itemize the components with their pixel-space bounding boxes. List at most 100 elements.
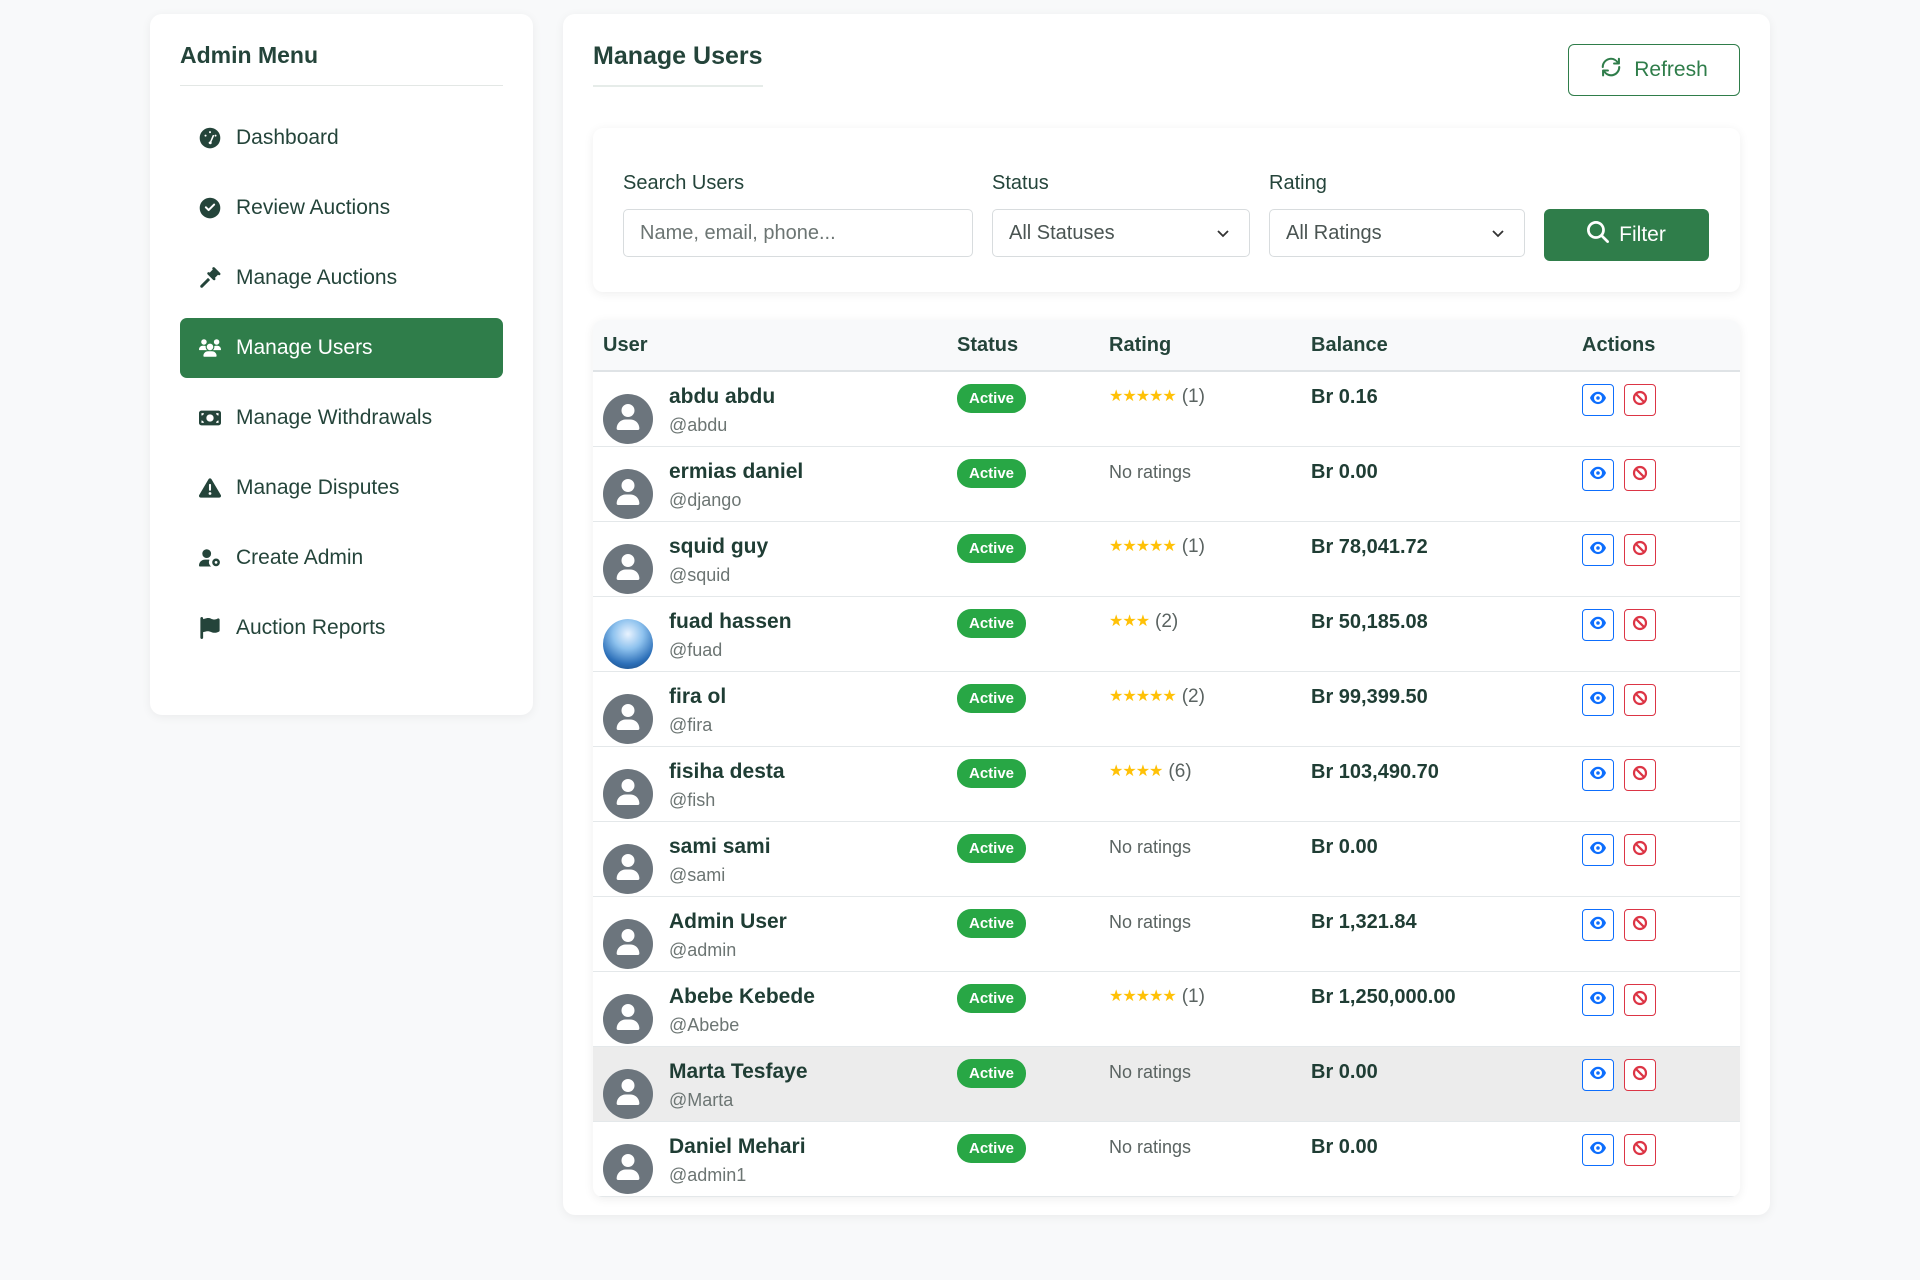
ban-user-button[interactable] — [1624, 759, 1656, 791]
filter-card: Search Users Name, email, phone... Statu… — [593, 128, 1740, 292]
view-user-button[interactable] — [1582, 909, 1614, 941]
header-user: User — [603, 333, 648, 356]
user-icon — [615, 853, 641, 885]
view-user-button[interactable] — [1582, 984, 1614, 1016]
view-user-button[interactable] — [1582, 534, 1614, 566]
rating-cell: No ratings — [1109, 1047, 1311, 1121]
user-icon — [615, 403, 641, 435]
status-cell: Active — [957, 1122, 1109, 1196]
user-icon — [615, 553, 641, 585]
no-ratings-text: No ratings — [1109, 912, 1192, 932]
avatar — [603, 844, 653, 894]
flag-icon — [198, 616, 222, 640]
balance-value: Br 0.00 — [1311, 1061, 1378, 1083]
view-user-button[interactable] — [1582, 609, 1614, 641]
view-user-button[interactable] — [1582, 759, 1614, 791]
user-cell: fira ol @fira — [593, 672, 957, 746]
refresh-icon — [1600, 56, 1622, 84]
rating-cell: ★★★★★ (1) — [1109, 522, 1311, 596]
ban-user-button[interactable] — [1624, 834, 1656, 866]
users-icon — [198, 336, 222, 360]
user-cell: squid guy @squid — [593, 522, 957, 596]
user-name: abdu abdu — [669, 385, 776, 408]
balance-value: Br 0.00 — [1311, 461, 1378, 483]
user-handle: @Abebe — [669, 1015, 740, 1035]
check-circle-icon — [198, 196, 222, 220]
table-row: fira ol @fira Active ★★★★★ (2) Br 99,399.50 — [593, 672, 1740, 747]
rating-cell: No ratings — [1109, 822, 1311, 896]
rating-cell: ★★★★★ (2) — [1109, 672, 1311, 746]
ban-user-button[interactable] — [1624, 384, 1656, 416]
user-name: squid guy — [669, 535, 769, 558]
ban-user-button[interactable] — [1624, 1134, 1656, 1166]
ban-user-button[interactable] — [1624, 1059, 1656, 1091]
ban-user-button[interactable] — [1624, 984, 1656, 1016]
balance-value: Br 103,490.70 — [1311, 761, 1439, 783]
sidebar-item-label: Manage Auctions — [236, 266, 398, 289]
ban-user-button[interactable] — [1624, 534, 1656, 566]
view-user-button[interactable] — [1582, 459, 1614, 491]
rating-count: (1) — [1181, 536, 1205, 557]
header-actions: Actions — [1582, 333, 1656, 356]
refresh-button[interactable]: Refresh — [1568, 44, 1740, 96]
view-user-button[interactable] — [1582, 384, 1614, 416]
eye-icon — [1590, 390, 1606, 411]
user-cell: Abebe Kebede @Abebe — [593, 972, 957, 1046]
avatar — [603, 394, 653, 444]
actions-cell — [1582, 522, 1740, 596]
user-icon — [615, 778, 641, 810]
sidebar-item-manage-withdrawals[interactable]: Manage Withdrawals — [180, 388, 503, 448]
sidebar-item-dashboard[interactable]: Dashboard — [180, 108, 503, 168]
user-icon — [615, 1078, 641, 1110]
table-row: fuad hassen @fuad Active ★★★ (2) Br 50,185.08 — [593, 597, 1740, 672]
ban-icon — [1632, 690, 1648, 711]
status-cell: Active — [957, 597, 1109, 671]
main-panel: Manage Users Refresh Search Users Name, … — [563, 14, 1770, 1215]
ban-user-button[interactable] — [1624, 609, 1656, 641]
ban-icon — [1632, 390, 1648, 411]
actions-cell — [1582, 747, 1740, 821]
avatar — [603, 994, 653, 1044]
table-row: Admin User @admin Active No ratings Br 1,321… — [593, 897, 1740, 972]
sidebar-item-manage-auctions[interactable]: Manage Auctions — [180, 248, 503, 308]
rating-select[interactable]: All Ratings — [1269, 209, 1525, 257]
ban-user-button[interactable] — [1624, 459, 1656, 491]
star-rating: ★★★★★ — [1109, 988, 1177, 1005]
ban-user-button[interactable] — [1624, 909, 1656, 941]
status-select[interactable]: All Statuses — [992, 209, 1250, 257]
user-icon — [615, 703, 641, 735]
ban-user-button[interactable] — [1624, 684, 1656, 716]
sidebar-menu: Dashboard Review Auctions Manage Auctions M… — [180, 108, 503, 658]
user-handle: @fuad — [669, 640, 723, 660]
view-user-button[interactable] — [1582, 684, 1614, 716]
sidebar-item-manage-disputes[interactable]: Manage Disputes — [180, 458, 503, 518]
sidebar-item-auction-reports[interactable]: Auction Reports — [180, 598, 503, 658]
user-name: fisiha desta — [669, 760, 785, 783]
filter-button[interactable]: Filter — [1544, 209, 1709, 261]
status-badge: Active — [957, 909, 1027, 938]
rating-cell: ★★★ (2) — [1109, 597, 1311, 671]
sidebar-title: Admin Menu — [180, 42, 503, 86]
rating-cell: No ratings — [1109, 1122, 1311, 1196]
rating-select-value: All Ratings — [1286, 221, 1382, 244]
sidebar-item-review-auctions[interactable]: Review Auctions — [180, 178, 503, 238]
eye-icon — [1590, 690, 1606, 711]
user-icon — [615, 478, 641, 510]
ban-icon — [1632, 765, 1648, 786]
status-badge: Active — [957, 984, 1027, 1013]
actions-cell — [1582, 1047, 1740, 1121]
view-user-button[interactable] — [1582, 834, 1614, 866]
sidebar-item-create-admin[interactable]: Create Admin — [180, 528, 503, 588]
sidebar-item-manage-users[interactable]: Manage Users — [180, 318, 503, 378]
ban-icon — [1632, 465, 1648, 486]
header-balance: Balance — [1311, 333, 1388, 356]
view-user-button[interactable] — [1582, 1134, 1614, 1166]
ban-icon — [1632, 1140, 1648, 1161]
search-input[interactable]: Name, email, phone... — [623, 209, 973, 257]
sidebar-item-label: Manage Users — [236, 336, 373, 359]
chevron-down-icon — [1217, 230, 1229, 238]
user-icon — [615, 928, 641, 960]
view-user-button[interactable] — [1582, 1059, 1614, 1091]
table-row: fisiha desta @fish Active ★★★★ (6) Br 103,490… — [593, 747, 1740, 822]
user-handle: @sami — [669, 865, 726, 885]
